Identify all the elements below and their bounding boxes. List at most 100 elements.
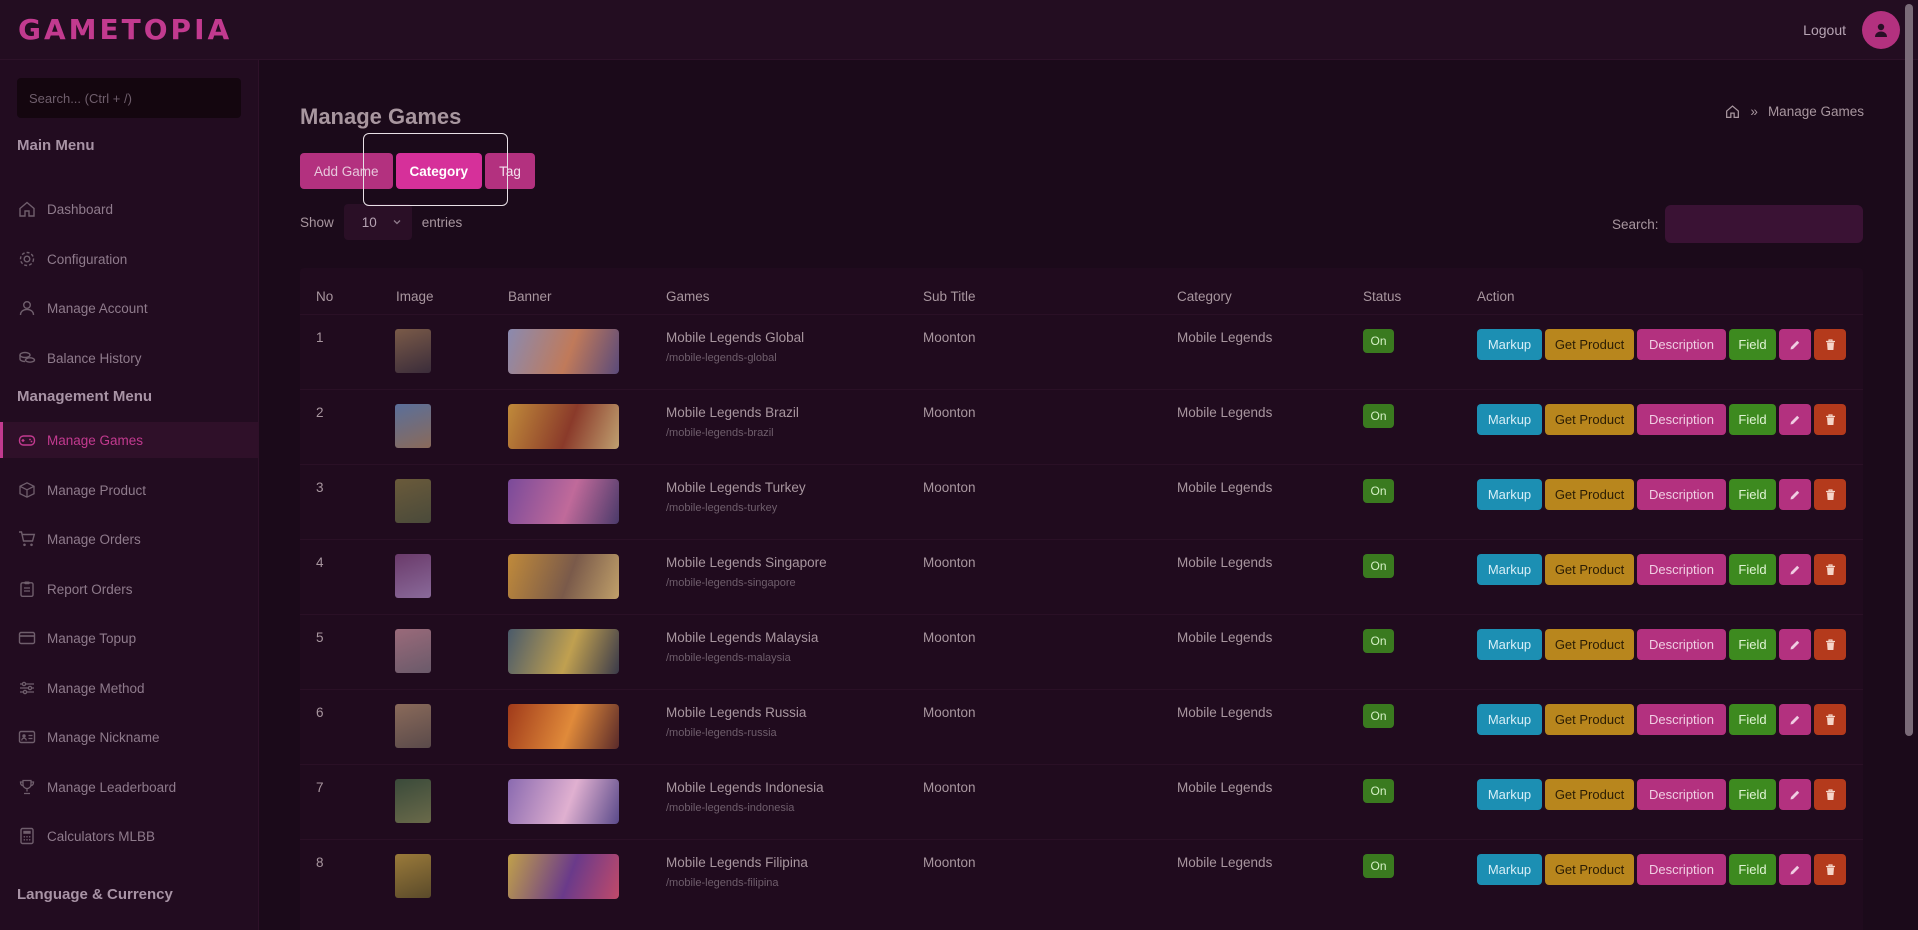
description-button[interactable]: Description	[1637, 779, 1726, 810]
status-badge[interactable]: On	[1363, 779, 1394, 803]
status-badge[interactable]: On	[1363, 554, 1394, 578]
scrollbar[interactable]	[1904, 0, 1914, 930]
get-product-button[interactable]: Get Product	[1545, 404, 1634, 435]
sidebar-item-manage-topup[interactable]: Manage Topup	[0, 620, 259, 656]
sliders-icon	[20, 681, 34, 695]
main-menu-title: Main Menu	[17, 137, 95, 154]
delete-button[interactable]	[1814, 329, 1846, 360]
field-button[interactable]: Field	[1729, 704, 1776, 735]
clipboard-icon	[20, 581, 34, 597]
get-product-button[interactable]: Get Product	[1545, 629, 1634, 660]
edit-button[interactable]	[1779, 554, 1811, 585]
column-header[interactable]: No	[316, 289, 333, 304]
show-label: Show	[300, 214, 334, 230]
game-category: Mobile Legends	[1177, 630, 1273, 645]
sidebar-item-report-orders[interactable]: Report Orders	[0, 571, 259, 607]
markup-button[interactable]: Markup	[1477, 554, 1542, 585]
field-button[interactable]: Field	[1729, 779, 1776, 810]
description-button[interactable]: Description	[1637, 479, 1726, 510]
sidebar-search-input[interactable]: Search... (Ctrl + /)	[17, 78, 241, 118]
edit-button[interactable]	[1779, 404, 1811, 435]
row-number: 1	[316, 330, 324, 345]
sidebar-item-manage-games[interactable]: Manage Games	[0, 422, 259, 458]
sidebar-item-manage-orders[interactable]: Manage Orders	[0, 521, 259, 557]
entries-select[interactable]: 10	[343, 204, 412, 240]
status-badge[interactable]: On	[1363, 704, 1394, 728]
game-cell: Mobile Legends Global /mobile-legends-gl…	[666, 330, 804, 364]
markup-button[interactable]: Markup	[1477, 704, 1542, 735]
game-subtitle: Moonton	[923, 780, 976, 795]
edit-button[interactable]	[1779, 854, 1811, 885]
delete-button[interactable]	[1814, 629, 1846, 660]
get-product-button[interactable]: Get Product	[1545, 704, 1634, 735]
column-header[interactable]: Status	[1363, 289, 1401, 304]
sidebar-item-manage-method[interactable]: Manage Method	[0, 670, 259, 706]
logout-link[interactable]: Logout	[1803, 22, 1846, 38]
field-button[interactable]: Field	[1729, 554, 1776, 585]
column-header[interactable]: Games	[666, 289, 710, 304]
delete-button[interactable]	[1814, 704, 1846, 735]
sidebar-item-calculators-mlbb[interactable]: Calculators MLBB	[0, 818, 259, 854]
markup-button[interactable]: Markup	[1477, 329, 1542, 360]
status-badge[interactable]: On	[1363, 479, 1394, 503]
description-button[interactable]: Description	[1637, 629, 1726, 660]
status-badge[interactable]: On	[1363, 404, 1394, 428]
markup-button[interactable]: Markup	[1477, 404, 1542, 435]
description-button[interactable]: Description	[1637, 704, 1726, 735]
column-header[interactable]: Banner	[508, 289, 552, 304]
edit-button[interactable]	[1779, 329, 1811, 360]
get-product-button[interactable]: Get Product	[1545, 854, 1634, 885]
delete-button[interactable]	[1814, 404, 1846, 435]
get-product-button[interactable]: Get Product	[1545, 779, 1634, 810]
sidebar-item-label: Manage Nickname	[47, 729, 160, 745]
delete-button[interactable]	[1814, 779, 1846, 810]
entries-value: 10	[361, 214, 377, 230]
home-icon[interactable]	[1725, 104, 1740, 119]
sidebar-item-manage-leaderboard[interactable]: Manage Leaderboard	[0, 769, 259, 805]
game-banner	[508, 479, 619, 524]
edit-button[interactable]	[1779, 704, 1811, 735]
edit-button[interactable]	[1779, 629, 1811, 660]
description-button[interactable]: Description	[1637, 854, 1726, 885]
sidebar-item-configuration[interactable]: Configuration	[0, 241, 259, 277]
field-button[interactable]: Field	[1729, 404, 1776, 435]
status-badge[interactable]: On	[1363, 329, 1394, 353]
description-button[interactable]: Description	[1637, 404, 1726, 435]
delete-button[interactable]	[1814, 479, 1846, 510]
sidebar-item-manage-account[interactable]: Manage Account	[0, 290, 259, 326]
column-header[interactable]: Image	[396, 289, 434, 304]
sidebar-item-label: Manage Orders	[47, 531, 141, 547]
markup-button[interactable]: Markup	[1477, 854, 1542, 885]
table-row: 2 Mobile Legends Brazil /mobile-legends-…	[300, 389, 1863, 464]
sidebar-item-balance-history[interactable]: Balance History	[0, 340, 259, 376]
column-header[interactable]: Sub Title	[923, 289, 976, 304]
edit-button[interactable]	[1779, 479, 1811, 510]
status-badge[interactable]: On	[1363, 629, 1394, 653]
edit-button[interactable]	[1779, 779, 1811, 810]
description-button[interactable]: Description	[1637, 554, 1726, 585]
get-product-button[interactable]: Get Product	[1545, 329, 1634, 360]
game-image	[395, 404, 431, 448]
get-product-button[interactable]: Get Product	[1545, 479, 1634, 510]
avatar[interactable]	[1862, 10, 1900, 49]
field-button[interactable]: Field	[1729, 479, 1776, 510]
field-button[interactable]: Field	[1729, 629, 1776, 660]
field-button[interactable]: Field	[1729, 329, 1776, 360]
sidebar-item-manage-nickname[interactable]: Manage Nickname	[0, 719, 259, 755]
column-header[interactable]: Category	[1177, 289, 1232, 304]
get-product-button[interactable]: Get Product	[1545, 554, 1634, 585]
table-search-input[interactable]	[1665, 205, 1863, 243]
description-button[interactable]: Description	[1637, 329, 1726, 360]
markup-button[interactable]: Markup	[1477, 629, 1542, 660]
sidebar-item-dashboard[interactable]: Dashboard	[0, 191, 259, 227]
scrollbar-thumb[interactable]	[1905, 4, 1913, 736]
brand-logo[interactable]: GAMETOPIA	[18, 13, 232, 46]
delete-button[interactable]	[1814, 554, 1846, 585]
markup-button[interactable]: Markup	[1477, 479, 1542, 510]
sidebar-item-manage-product[interactable]: Manage Product	[0, 472, 259, 508]
markup-button[interactable]: Markup	[1477, 779, 1542, 810]
delete-button[interactable]	[1814, 854, 1846, 885]
field-button[interactable]: Field	[1729, 854, 1776, 885]
column-header[interactable]: Action	[1477, 289, 1515, 304]
status-badge[interactable]: On	[1363, 854, 1394, 878]
